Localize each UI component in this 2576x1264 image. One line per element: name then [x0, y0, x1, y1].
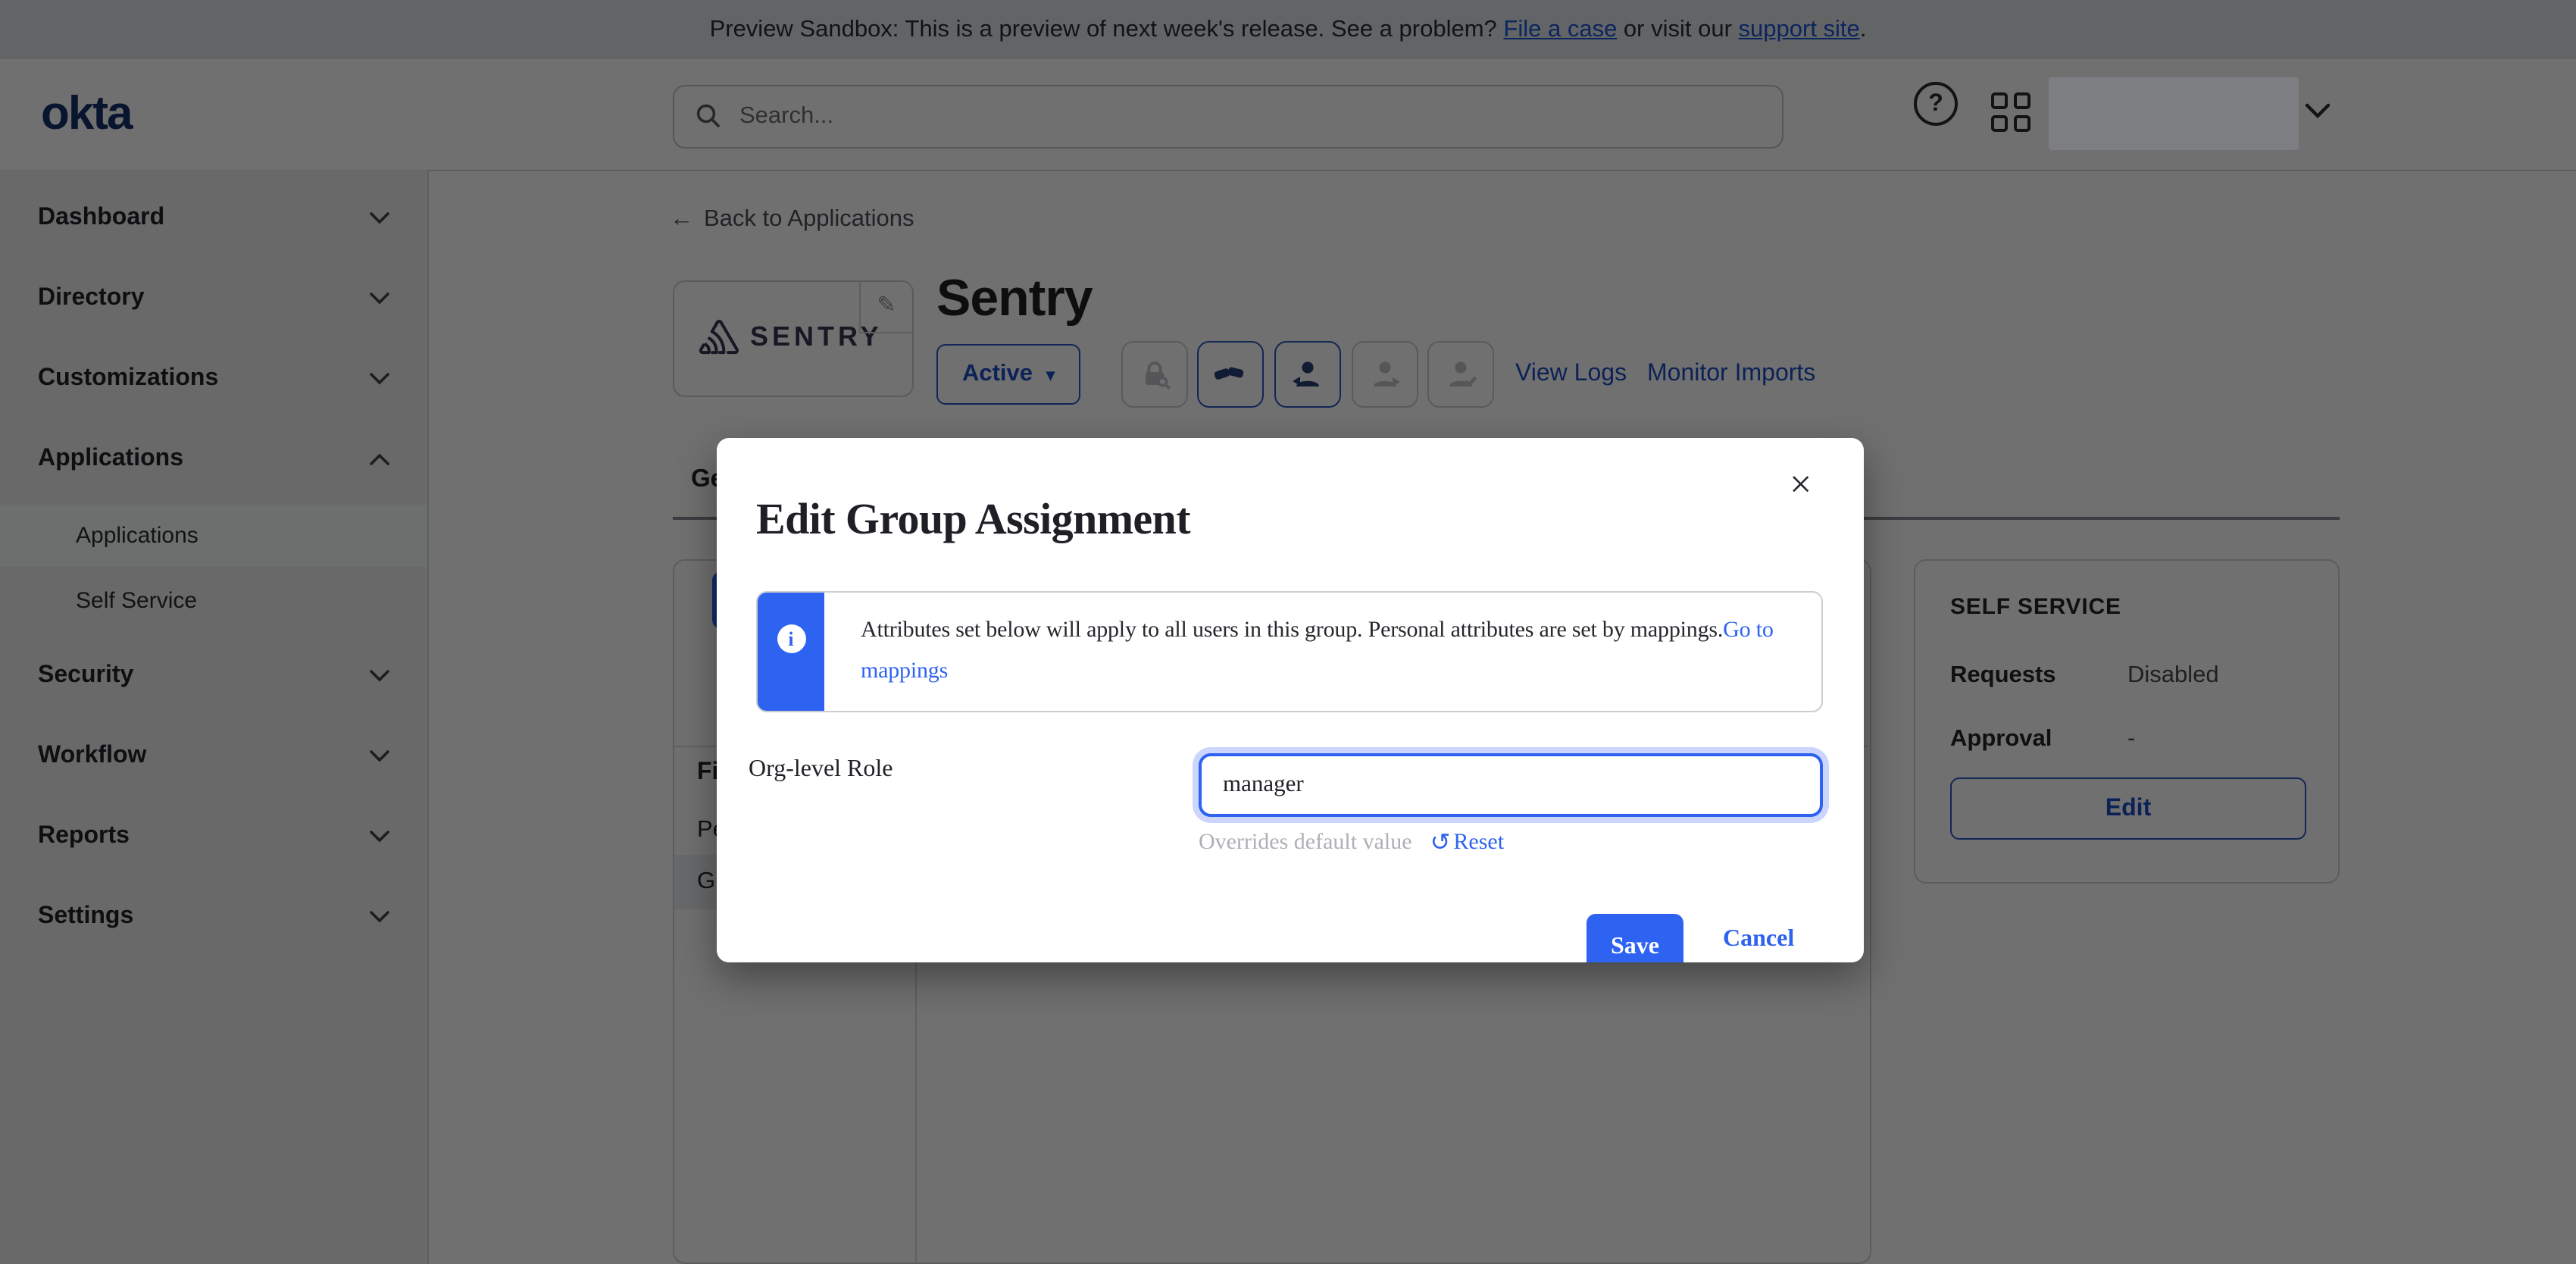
reset-link[interactable]: ↺Reset	[1430, 828, 1504, 858]
reset-icon: ↺	[1430, 828, 1451, 858]
org-level-role-label: Org-level Role	[749, 756, 893, 784]
info-icon: i	[777, 624, 805, 653]
edit-group-assignment-modal: × Edit Group Assignment i Attributes set…	[717, 438, 1864, 962]
cancel-button[interactable]: Cancel	[1723, 926, 1794, 953]
input-helper-row: Overrides default value ↺Reset	[1199, 828, 1504, 858]
overrides-note: Overrides default value	[1199, 830, 1412, 856]
alert-text: Attributes set below will apply to all u…	[861, 618, 1723, 643]
reset-label: Reset	[1453, 830, 1504, 856]
save-button[interactable]: Save	[1587, 914, 1683, 962]
okta-admin-console: Preview Sandbox: This is a preview of ne…	[0, 0, 2576, 1264]
info-alert: i Attributes set below will apply to all…	[756, 591, 1823, 712]
org-level-role-input[interactable]	[1199, 753, 1823, 817]
modal-title: Edit Group Assignment	[756, 496, 1190, 546]
close-icon[interactable]: ×	[1790, 465, 1812, 505]
redacted-account-name	[2049, 77, 2299, 150]
info-alert-bar: i	[758, 593, 824, 711]
